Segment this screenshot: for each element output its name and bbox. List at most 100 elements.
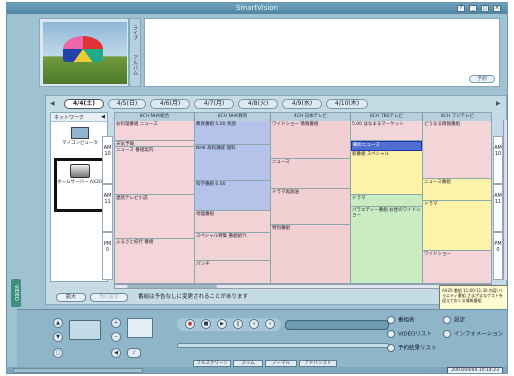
program-cell[interactable]: どうなる情報番組 (423, 121, 491, 179)
title-bar: SmartVision ? _ □ × (7, 3, 507, 14)
program-cell[interactable]: ニュース番組 (423, 179, 491, 201)
information-button[interactable]: インフォメーション (443, 330, 503, 340)
close-button[interactable]: × (493, 5, 501, 12)
play-button[interactable]: ▶ (217, 319, 227, 329)
mode-normal[interactable]: ノーマル (265, 360, 297, 367)
forward-button[interactable]: » (265, 319, 275, 329)
settings-button[interactable]: 設定 (443, 316, 465, 326)
program-cell[interactable]: ドラマ再放送 (271, 189, 350, 225)
hour-label-left-2: PM 0 (102, 232, 113, 280)
next-arrow-icon[interactable]: ▶ (496, 100, 501, 107)
video-tab[interactable]: VIDEO (11, 279, 21, 307)
maximize-button[interactable]: □ (481, 5, 489, 12)
tab-date-1[interactable]: 4/5(日) (108, 99, 146, 109)
list-icon[interactable] (127, 318, 153, 338)
program-cell[interactable]: NHK 高校講座 理科 (195, 145, 270, 181)
mute-button[interactable]: ◀ (111, 348, 121, 358)
minimize-button[interactable]: _ (469, 5, 477, 12)
progress-bar[interactable] (177, 343, 389, 348)
program-cell[interactable]: 教育番組 5.00 英語 (195, 121, 270, 145)
program-cell[interactable]: お料理番組 ニュース (115, 121, 194, 141)
program-cell[interactable]: スペシャル特集 番組紹介 (195, 233, 270, 261)
tab-date-4[interactable]: 4/8(火) (238, 99, 278, 109)
program-cell-selected[interactable]: 朝のニュース (351, 141, 422, 151)
channel-column: ワイドショー 情報番組 ニュース ドラマ再放送 特別番組 (271, 121, 351, 283)
program-cell[interactable]: 特別番組 (271, 225, 350, 283)
audio-button[interactable]: ♪ (127, 348, 141, 358)
program-cell[interactable]: 地理番組 (195, 211, 270, 233)
computer-icon (71, 127, 89, 139)
rewind-button[interactable]: « (249, 319, 259, 329)
pause-button[interactable]: ‖ (233, 319, 243, 329)
channel-header[interactable]: 4CH 日本テレビ (271, 113, 351, 121)
program-cell[interactable]: 5.00 はなまるマーケット (351, 121, 422, 141)
program-cell[interactable]: ニュース (271, 159, 350, 189)
scroll-thumb[interactable] (127, 285, 217, 288)
expand-button[interactable]: 拡大 (56, 293, 86, 302)
reservation-list-button[interactable]: 予約結果リスト (387, 344, 437, 354)
restore-button[interactable]: 元に戻す (90, 293, 128, 302)
device-label: ホームサーバー AX20 (57, 180, 102, 185)
channel-header[interactable]: 8CH NHK総合 (115, 113, 195, 121)
program-cell[interactable]: バラエティー番組 お昼のワイドショー (351, 207, 422, 283)
program-cell[interactable]: ドラマ (351, 195, 422, 207)
tab-date-0[interactable]: 4/4(土) (64, 99, 104, 109)
program-cell[interactable]: パンチ (195, 261, 270, 283)
display-button[interactable]: □ (53, 348, 63, 358)
tab-date-6[interactable]: 4/10(木) (326, 99, 368, 109)
channel-up-button[interactable]: ▲ (53, 318, 63, 328)
program-grid: 8CH NHK総合 8CH NHK教育 4CH 日本テレビ 6CH TBSテレビ… (114, 112, 492, 284)
channel-header[interactable]: 6CH TBSテレビ (351, 113, 423, 121)
volume-up-button[interactable]: + (111, 318, 121, 328)
channel-down-button[interactable]: ▼ (53, 332, 63, 342)
program-cell[interactable]: 連続テレビ小説 (115, 195, 194, 239)
channel-header[interactable]: 8CH フジテレビ (423, 113, 491, 121)
record-button[interactable]: ● (185, 319, 195, 329)
status-bar: 2003/04/04 10:14:23 (7, 367, 507, 373)
reserve-button[interactable]: 予約 (469, 75, 495, 83)
program-guide-button[interactable]: 番組表 (387, 316, 415, 326)
hour-label-left-1: AM 11 (102, 184, 113, 232)
program-cell[interactable]: ふるさと紀行 番組 (115, 239, 194, 283)
program-cell[interactable]: 新番組 スペシャル (351, 151, 422, 195)
tab-live[interactable]: ライブ (132, 25, 139, 40)
prev-arrow-icon[interactable]: ◀ (50, 100, 55, 107)
device-home-server[interactable]: ホームサーバー AX20 (54, 158, 105, 212)
seek-display[interactable] (285, 320, 389, 330)
reservation-icon (387, 344, 395, 352)
tab-date-2[interactable]: 4/6(月) (150, 99, 190, 109)
video-preview[interactable] (43, 22, 127, 84)
mode-advanced[interactable]: アドバンスト (299, 360, 337, 367)
network-header: ネットワーク ◀ (51, 113, 107, 122)
mode-fullscreen[interactable]: フルスクリーン (193, 360, 231, 367)
stop-button[interactable]: ■ (201, 319, 211, 329)
vertical-scrollbar[interactable] (503, 120, 507, 280)
function-label: 設定 (454, 317, 466, 324)
channel-column: お料理番組 ニュース 天気予報 ニュース 番組案内 連続テレビ小説 ふるさと紀行… (115, 121, 195, 283)
channel-column: 教育番組 5.00 英語 NHK 高校講座 理科 科学番組 6.00 地理番組 … (195, 121, 271, 283)
info-panel: 予約 (144, 18, 500, 87)
tab-album[interactable]: アルバム (132, 55, 139, 75)
channel-header[interactable]: 8CH NHK教育 (195, 113, 271, 121)
collapse-arrow-icon[interactable]: ◀ (101, 114, 105, 120)
video-list-button[interactable]: VIDEOリスト (387, 330, 432, 340)
tab-date-5[interactable]: 4/9(水) (282, 99, 322, 109)
horizontal-scrollbar[interactable] (114, 284, 492, 289)
transport-controls: ● ■ ▶ ‖ « » (177, 318, 281, 331)
hour-label-right-1: AM 11 (493, 184, 503, 232)
program-cell[interactable]: ニュース 番組案内 (115, 147, 194, 195)
program-cell[interactable]: ワイドショー (423, 251, 491, 283)
paraglider-image (63, 36, 103, 62)
settings-icon (443, 316, 451, 324)
control-panel: ▲ ▼ □ + − ◀ ♪ ● ■ ▶ ‖ « » 番組表 VIDEOリスト 予… (17, 309, 507, 371)
program-cell[interactable]: ワイドショー 情報番組 (271, 121, 350, 159)
help-button[interactable]: ? (457, 5, 465, 12)
function-label: 番組表 (398, 317, 415, 324)
device-my-computer[interactable]: マイコンピュータ (56, 127, 104, 147)
tab-date-3[interactable]: 4/7(月) (194, 99, 234, 109)
smartvision-window: SmartVision ? _ □ × ライブ アルバム 予約 ◀ 4/4(土)… (6, 2, 508, 374)
program-cell[interactable]: 科学番組 6.00 (195, 181, 270, 211)
program-cell[interactable]: ドラマ (423, 201, 491, 251)
mode-slim[interactable]: スリム (233, 360, 263, 367)
volume-down-button[interactable]: − (111, 332, 121, 342)
